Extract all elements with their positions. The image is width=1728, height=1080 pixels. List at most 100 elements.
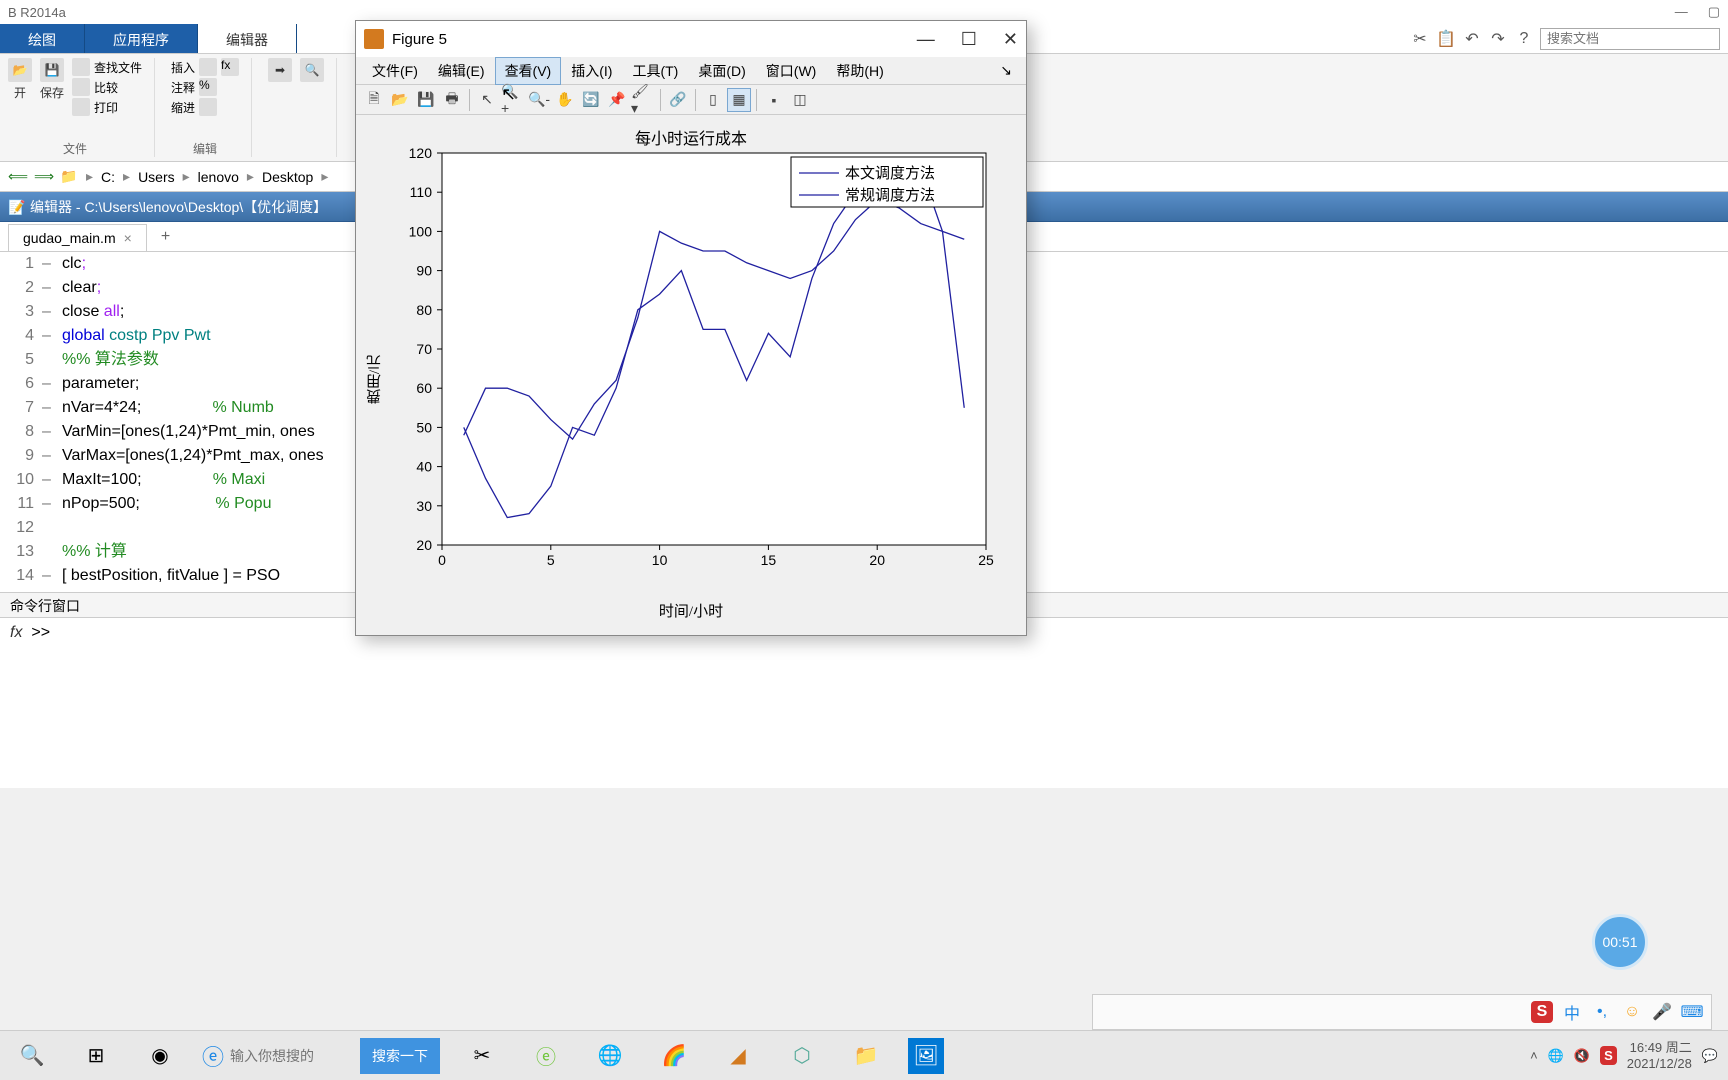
dock-icon[interactable]: ◫: [788, 88, 812, 112]
matlab-icon[interactable]: ◢: [716, 1036, 760, 1076]
undo-icon[interactable]: ↶: [1462, 29, 1482, 49]
indent-button[interactable]: 缩进: [171, 98, 239, 116]
comment-button[interactable]: 注释%: [171, 78, 239, 96]
ime-mic-icon[interactable]: 🎤: [1651, 1001, 1673, 1023]
close-icon[interactable]: ×: [124, 230, 132, 246]
search-docs-input[interactable]: [1540, 28, 1720, 50]
edge-icon[interactable]: 🌐: [588, 1036, 632, 1076]
brush-icon[interactable]: 🖌▾: [631, 88, 655, 112]
link-icon[interactable]: 🔗: [666, 88, 690, 112]
matlab-logo-icon: [364, 29, 384, 49]
copy-icon[interactable]: 📋: [1436, 29, 1456, 49]
addr-lenovo[interactable]: lenovo: [198, 169, 239, 185]
zoom-out-icon[interactable]: 🔍-: [527, 88, 551, 112]
minimize-icon[interactable]: —: [917, 29, 935, 50]
ime-input[interactable]: [1101, 997, 1523, 1027]
cut-icon[interactable]: ✂: [1410, 29, 1430, 49]
ribbon-tab-plot[interactable]: 绘图: [0, 24, 85, 53]
menu-desktop[interactable]: 桌面(D): [688, 57, 755, 85]
close-icon[interactable]: ✕: [1003, 29, 1018, 50]
tray-up-icon[interactable]: ˄: [1530, 1048, 1538, 1063]
find-files-button[interactable]: 查找文件: [72, 58, 142, 76]
tray-vol-icon[interactable]: 🔇: [1574, 1048, 1590, 1064]
save-icon[interactable]: 💾: [414, 88, 438, 112]
pointer-icon[interactable]: ↖: [475, 88, 499, 112]
colorbar-icon[interactable]: ▯: [701, 88, 725, 112]
group-file-label: 文件: [8, 140, 142, 157]
taskview-icon[interactable]: ⊞: [74, 1036, 118, 1076]
menu-overflow-icon[interactable]: ↘: [1000, 62, 1020, 79]
obs-icon[interactable]: ◉: [138, 1036, 182, 1076]
compare-icon: [72, 78, 90, 96]
help-icon[interactable]: ?: [1514, 29, 1534, 49]
find-button[interactable]: 🔍: [300, 58, 324, 82]
redo-icon[interactable]: ↷: [1488, 29, 1508, 49]
ribbon-tab-apps[interactable]: 应用程序: [85, 24, 198, 53]
chrome-icon[interactable]: 🌈: [652, 1036, 696, 1076]
maximize-icon[interactable]: ▢: [1708, 4, 1720, 20]
indent-icon: [199, 98, 217, 116]
figure-toolbar: 🗎 📂 💾 🖶 ↖ 🔍+ 🔍- ✋ 🔄 📌 🖌▾ 🔗 ▯ ▦ ▪ ◫: [356, 85, 1026, 115]
matlab-title: B R2014a: [8, 5, 66, 20]
goto-button[interactable]: ➡: [268, 58, 292, 82]
menu-file[interactable]: 文件(F): [362, 57, 428, 85]
menu-insert[interactable]: 插入(I): [561, 57, 622, 85]
menu-window[interactable]: 窗口(W): [756, 57, 827, 85]
snip-icon[interactable]: ✂: [460, 1036, 504, 1076]
explorer-icon[interactable]: 📁: [844, 1036, 888, 1076]
new-icon[interactable]: 🗎: [362, 88, 386, 112]
taskbar-search-button[interactable]: 搜索一下: [360, 1038, 440, 1074]
addr-c[interactable]: C:: [101, 169, 115, 185]
insert-button[interactable]: 插入fx: [171, 58, 239, 76]
menu-view[interactable]: 查看(V): [495, 57, 562, 85]
figure-titlebar[interactable]: Figure 5 — ☐ ✕: [356, 21, 1026, 57]
file-tab-main[interactable]: gudao_main.m ×: [8, 224, 147, 251]
tray-net-icon[interactable]: 🌐: [1548, 1048, 1564, 1064]
ime-punct-icon[interactable]: •,: [1591, 1001, 1613, 1023]
svg-text:25: 25: [978, 552, 994, 568]
print-icon[interactable]: 🖶: [440, 88, 464, 112]
ime-bar: S 中 •, ☺ 🎤 ⌨: [1092, 994, 1712, 1030]
ime-zhong[interactable]: 中: [1561, 1001, 1583, 1023]
hide-icon[interactable]: ▪: [762, 88, 786, 112]
app-icon[interactable]: ⬡: [780, 1036, 824, 1076]
print-icon: [72, 98, 90, 116]
addr-desktop[interactable]: Desktop: [262, 169, 313, 185]
timer-badge: 00:51: [1592, 914, 1648, 970]
command-window[interactable]: fx >>: [0, 618, 1728, 788]
ime-emoji-icon[interactable]: ☺: [1621, 1001, 1643, 1023]
arrow-icon: ➡: [268, 58, 292, 82]
legend-icon[interactable]: ▦: [727, 88, 751, 112]
fwd-icon[interactable]: ⟹: [34, 168, 52, 186]
rotate-icon[interactable]: 🔄: [579, 88, 603, 112]
svg-text:常规调度方法: 常规调度方法: [845, 187, 935, 204]
browser1-icon[interactable]: ⓔ: [524, 1036, 568, 1076]
y-axis-label: 费用/元: [364, 355, 385, 404]
open-icon[interactable]: 📂: [388, 88, 412, 112]
open-button[interactable]: 📂开: [8, 58, 32, 101]
svg-text:15: 15: [761, 552, 777, 568]
ime-keyboard-icon[interactable]: ⌨: [1681, 1001, 1703, 1023]
menu-edit[interactable]: 编辑(E): [428, 57, 495, 85]
zoom-in-icon[interactable]: 🔍+: [501, 88, 525, 112]
menu-help[interactable]: 帮助(H): [826, 57, 893, 85]
photos-icon[interactable]: 🖼: [908, 1038, 944, 1074]
back-icon[interactable]: ⟸: [8, 168, 26, 186]
compare-button[interactable]: 比较: [72, 78, 142, 96]
add-tab-button[interactable]: +: [151, 223, 180, 251]
sogou-tray-icon[interactable]: S: [1600, 1046, 1617, 1065]
save-button[interactable]: 💾保存: [40, 58, 64, 101]
datatip-icon[interactable]: 📌: [605, 88, 629, 112]
start-icon[interactable]: 🔍: [10, 1036, 54, 1076]
ribbon-tab-editor[interactable]: 编辑器: [198, 24, 297, 53]
maximize-icon[interactable]: ☐: [961, 29, 977, 50]
minimize-icon[interactable]: —: [1675, 4, 1688, 20]
print-button[interactable]: 打印: [72, 98, 142, 116]
taskbar-search-input[interactable]: [230, 1048, 340, 1064]
menu-tools[interactable]: 工具(T): [622, 57, 688, 85]
addr-users[interactable]: Users: [138, 169, 175, 185]
tray-notif-icon[interactable]: 💬: [1702, 1048, 1718, 1064]
ie-icon[interactable]: ⓔ: [202, 1040, 224, 1072]
tray-clock[interactable]: 16:49 周二 2021/12/28: [1627, 1040, 1692, 1071]
pan-icon[interactable]: ✋: [553, 88, 577, 112]
